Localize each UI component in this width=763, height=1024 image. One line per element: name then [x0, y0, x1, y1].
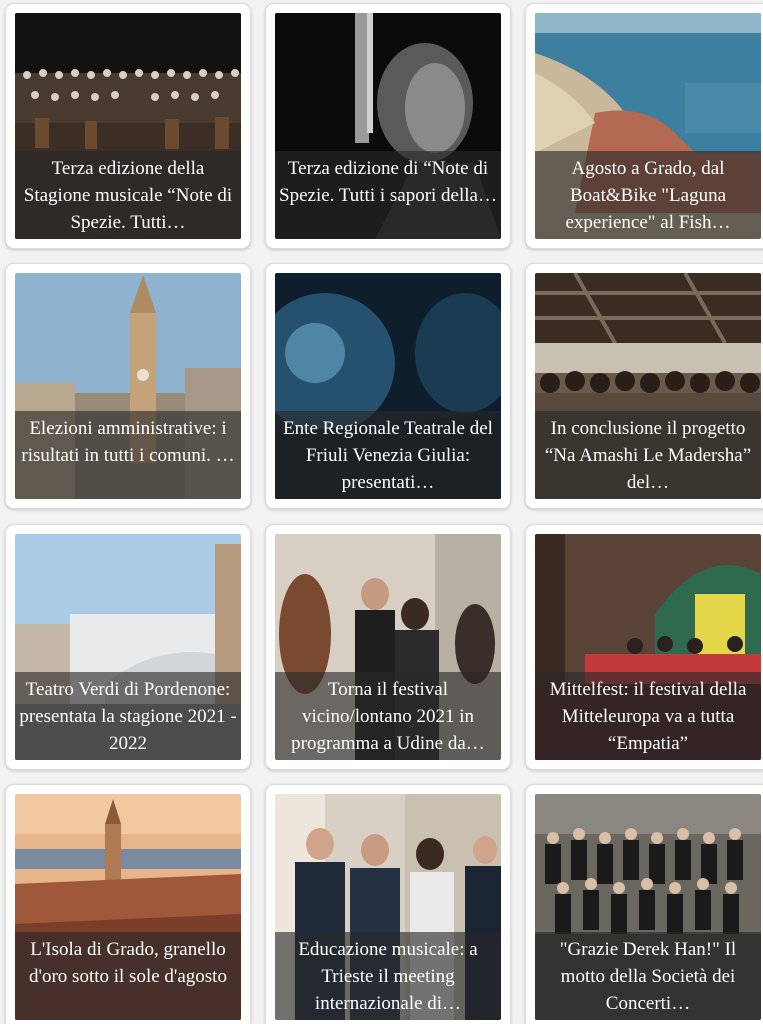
news-thumbnail[interactable]: Agosto a Grado, dal Boat&Bike "Laguna ex…	[535, 13, 761, 239]
news-caption: L'Isola di Grado, granello d'oro sotto i…	[15, 932, 241, 1020]
news-title: Agosto a Grado, dal Boat&Bike "Laguna ex…	[565, 158, 731, 233]
news-thumbnail[interactable]: Torna il festival vicino/lontano 2021 in…	[275, 534, 501, 760]
news-caption: Terza edizione di “Note di Spezie. Tutti…	[275, 151, 501, 239]
news-title: Educazione musicale: a Trieste il meetin…	[298, 939, 478, 1014]
news-card[interactable]: Agosto a Grado, dal Boat&Bike "Laguna ex…	[525, 3, 763, 249]
news-title: Terza edizione della Stagione musicale “…	[23, 158, 233, 233]
news-title: In conclusione il progetto “Na Amashi Le…	[544, 418, 752, 493]
news-thumbnail[interactable]: Teatro Verdi di Pordenone: presentata la…	[15, 534, 241, 760]
news-title: L'Isola di Grado, granello d'oro sotto i…	[29, 939, 227, 987]
news-thumbnail[interactable]: In conclusione il progetto “Na Amashi Le…	[535, 273, 761, 499]
news-title: "Grazie Derek Han!" Il motto della Socie…	[559, 939, 737, 1014]
news-card[interactable]: Educazione musicale: a Trieste il meetin…	[265, 784, 511, 1024]
news-caption: Terza edizione della Stagione musicale “…	[15, 151, 241, 239]
news-caption: Ente Regionale Teatrale del Friuli Venez…	[275, 411, 501, 499]
news-thumbnail[interactable]: "Grazie Derek Han!" Il motto della Socie…	[535, 794, 761, 1020]
news-thumbnail[interactable]: Elezioni amministrative: i risultati in …	[15, 273, 241, 499]
news-card[interactable]: Torna il festival vicino/lontano 2021 in…	[265, 524, 511, 770]
news-card[interactable]: Teatro Verdi di Pordenone: presentata la…	[5, 524, 251, 770]
news-card[interactable]: "Grazie Derek Han!" Il motto della Socie…	[525, 784, 763, 1024]
news-caption: Elezioni amministrative: i risultati in …	[15, 411, 241, 499]
news-thumbnail[interactable]: Terza edizione di “Note di Spezie. Tutti…	[275, 13, 501, 239]
news-title: Mittelfest: il festival della Mitteleuro…	[549, 679, 747, 754]
news-title: Torna il festival vicino/lontano 2021 in…	[291, 679, 485, 754]
news-caption: Torna il festival vicino/lontano 2021 in…	[275, 672, 501, 760]
news-caption: Agosto a Grado, dal Boat&Bike "Laguna ex…	[535, 151, 761, 239]
news-card[interactable]: Mittelfest: il festival della Mitteleuro…	[525, 524, 763, 770]
news-thumbnail[interactable]: Educazione musicale: a Trieste il meetin…	[275, 794, 501, 1020]
news-card[interactable]: In conclusione il progetto “Na Amashi Le…	[525, 263, 763, 509]
news-card[interactable]: L'Isola di Grado, granello d'oro sotto i…	[5, 784, 251, 1024]
news-thumbnail[interactable]: Terza edizione della Stagione musicale “…	[15, 13, 241, 239]
news-card[interactable]: Terza edizione di “Note di Spezie. Tutti…	[265, 3, 511, 249]
news-title: Teatro Verdi di Pordenone: presentata la…	[19, 679, 237, 754]
news-card[interactable]: Elezioni amministrative: i risultati in …	[5, 263, 251, 509]
news-thumbnail[interactable]: Ente Regionale Teatrale del Friuli Venez…	[275, 273, 501, 499]
news-caption: Educazione musicale: a Trieste il meetin…	[275, 932, 501, 1020]
news-title: Ente Regionale Teatrale del Friuli Venez…	[283, 418, 493, 493]
news-caption: Teatro Verdi di Pordenone: presentata la…	[15, 672, 241, 760]
news-caption: "Grazie Derek Han!" Il motto della Socie…	[535, 932, 761, 1020]
news-title: Elezioni amministrative: i risultati in …	[21, 418, 235, 466]
news-title: Terza edizione di “Note di Spezie. Tutti…	[279, 158, 497, 206]
news-thumbnail[interactable]: Mittelfest: il festival della Mitteleuro…	[535, 534, 761, 760]
news-caption: Mittelfest: il festival della Mitteleuro…	[535, 672, 761, 760]
news-thumbnail[interactable]: L'Isola di Grado, granello d'oro sotto i…	[15, 794, 241, 1020]
news-grid: Terza edizione della Stagione musicale “…	[0, 0, 763, 1024]
news-caption: In conclusione il progetto “Na Amashi Le…	[535, 411, 761, 499]
news-card[interactable]: Ente Regionale Teatrale del Friuli Venez…	[265, 263, 511, 509]
news-card[interactable]: Terza edizione della Stagione musicale “…	[5, 3, 251, 249]
